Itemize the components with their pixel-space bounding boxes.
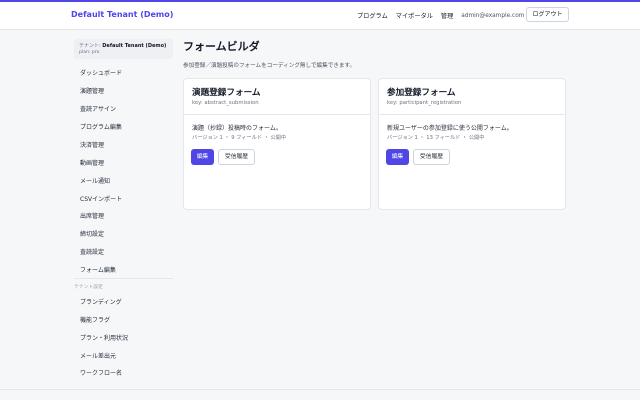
top-nav: プログラム マイポータル 管理 admin@example.com <box>357 11 532 21</box>
sidebar-item-review-settings[interactable]: 査読設定 <box>80 247 104 256</box>
card-title: 参加登録フォーム <box>387 88 456 98</box>
card-description: 新規ユーザーの参加登録に使う公開フォーム。 <box>387 125 513 132</box>
page-title: フォームビルダ <box>183 40 260 53</box>
sidebar-item-csv-import[interactable]: CSVインポート <box>80 194 122 203</box>
sidebar-item-abstracts[interactable]: 演題管理 <box>80 86 104 95</box>
card-meta: バージョン 1 ・ 13 フィールド ・ 公開中 <box>387 135 485 141</box>
nav-admin-link[interactable]: 管理 <box>441 11 453 20</box>
logout-button[interactable]: ログアウト <box>526 7 569 22</box>
submission-history-button[interactable]: 受信履歴 <box>413 149 450 165</box>
edit-button[interactable]: 編集 <box>386 149 409 165</box>
top-header: Default Tenant (Demo) プログラム マイポータル 管理 ad… <box>0 2 640 30</box>
card-divider <box>379 114 565 115</box>
card-title: 演題登録フォーム <box>192 88 261 98</box>
tenant-info: テナント: Default Tenant (Demo) plan: pro <box>74 39 173 59</box>
submission-history-button[interactable]: 受信履歴 <box>218 149 255 165</box>
main-content: フォームビルダ 参加登録／演題投稿のフォームをコーディング無しで編集できます。 … <box>183 38 566 210</box>
sidebar-item-dashboard[interactable]: ダッシュボード <box>80 68 122 77</box>
tenant-prefix: テナント: <box>79 43 101 49</box>
sidebar-item-videos[interactable]: 動画管理 <box>80 158 104 167</box>
edit-button[interactable]: 編集 <box>191 149 214 165</box>
sidebar-item-attendance[interactable]: 出席管理 <box>80 211 104 220</box>
page-description: 参加登録／演題投稿のフォームをコーディング無しで編集できます。 <box>183 63 356 69</box>
user-email: admin@example.com <box>461 12 525 19</box>
sidebar-section-tenant-settings: テナント設定 <box>74 285 103 290</box>
sidebar-item-mail-notify[interactable]: メール通知 <box>80 176 110 185</box>
sidebar-item-payments[interactable]: 決済管理 <box>80 140 104 149</box>
sidebar-divider <box>74 278 173 279</box>
card-key: key: participant_registration <box>387 100 462 106</box>
tenant-plan: plan: pro <box>79 50 100 55</box>
sidebar-item-program-edit[interactable]: プログラム編集 <box>80 122 122 131</box>
sidebar-item-branding[interactable]: ブランディング <box>80 297 122 306</box>
form-card-registration: 参加登録フォーム key: participant_registration 新… <box>378 78 566 210</box>
brand-link[interactable]: Default Tenant (Demo) <box>71 10 173 19</box>
card-description: 演題（抄録）投稿時のフォーム。 <box>192 125 282 132</box>
form-card-abstract: 演題登録フォーム key: abstract_submission 演題（抄録）… <box>183 78 371 210</box>
footer <box>0 390 640 400</box>
card-meta: バージョン 1 ・ 9 フィールド ・ 公開中 <box>192 135 287 141</box>
sidebar-item-form-edit[interactable]: フォーム編集 <box>80 265 116 274</box>
sidebar-item-mail-sender[interactable]: メール差出元 <box>80 351 116 360</box>
sidebar-item-review-assign[interactable]: 査読アサイン <box>80 104 116 113</box>
sidebar-item-feature-flags[interactable]: 機能フラグ <box>80 315 110 324</box>
card-key: key: abstract_submission <box>192 100 259 106</box>
tenant-name: Default Tenant (Demo) <box>102 43 167 49</box>
sidebar-item-plan-usage[interactable]: プラン・利用状況 <box>80 333 128 342</box>
card-divider <box>184 114 370 115</box>
tenant-label: テナント: Default Tenant (Demo) <box>79 42 168 49</box>
nav-program-link[interactable]: プログラム <box>357 11 388 20</box>
sidebar: テナント: Default Tenant (Demo) plan: pro ダッ… <box>74 39 173 377</box>
nav-my-portal-link[interactable]: マイポータル <box>396 11 433 20</box>
sidebar-item-deadlines[interactable]: 締切設定 <box>80 229 104 238</box>
sidebar-item-workflow-names[interactable]: ワークフロー名 <box>80 368 122 377</box>
